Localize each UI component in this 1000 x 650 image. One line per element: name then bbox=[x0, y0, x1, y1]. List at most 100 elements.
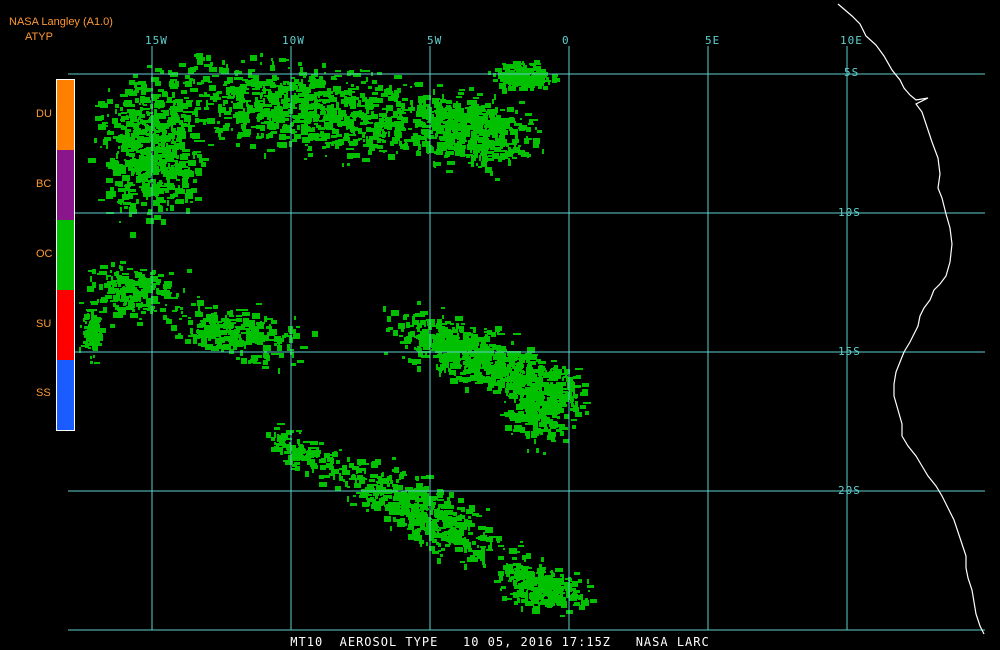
aerosol-pixel bbox=[450, 378, 458, 384]
aerosol-pixel bbox=[554, 582, 556, 587]
aerosol-pixel bbox=[274, 343, 277, 346]
aerosol-pixel bbox=[401, 116, 403, 120]
aerosol-pixel bbox=[498, 556, 504, 560]
aerosol-pixel bbox=[330, 467, 334, 470]
aerosol-pixel bbox=[154, 105, 160, 107]
aerosol-pixel bbox=[133, 123, 139, 129]
aerosol-pixel bbox=[536, 401, 541, 406]
aerosol-pixel bbox=[524, 357, 532, 360]
aerosol-pixel bbox=[206, 103, 214, 105]
aerosol-pixel bbox=[575, 401, 578, 405]
aerosol-pixel bbox=[445, 544, 450, 547]
aerosol-pixel bbox=[88, 324, 91, 329]
aerosol-pixel bbox=[108, 287, 114, 293]
aerosol-pixel bbox=[376, 481, 378, 483]
aerosol-pixel bbox=[482, 138, 485, 143]
aerosol-pixel bbox=[532, 608, 540, 614]
aerosol-pixel bbox=[369, 479, 375, 482]
aerosol-pixel bbox=[557, 416, 560, 419]
aerosol-pixel bbox=[360, 69, 362, 72]
aerosol-pixel bbox=[215, 321, 222, 323]
aerosol-pixel bbox=[297, 125, 300, 130]
aerosol-pixel bbox=[537, 568, 544, 574]
aerosol-pixel bbox=[485, 367, 493, 371]
aerosol-pixel bbox=[526, 369, 532, 375]
aerosol-pixel bbox=[188, 126, 192, 132]
aerosol-pixel bbox=[378, 85, 383, 87]
aerosol-pixel bbox=[133, 142, 135, 148]
aerosol-pixel bbox=[554, 78, 560, 82]
aerosol-pixel bbox=[331, 78, 337, 80]
aerosol-pixel bbox=[351, 475, 356, 479]
aerosol-pixel bbox=[175, 188, 180, 194]
aerosol-pixel bbox=[534, 439, 536, 444]
aerosol-pixel bbox=[553, 367, 555, 371]
aerosol-pixel bbox=[418, 504, 424, 507]
aerosol-pixel bbox=[535, 580, 542, 584]
aerosol-pixel bbox=[165, 304, 167, 306]
aerosol-pixel bbox=[560, 431, 564, 436]
aerosol-pixel bbox=[209, 67, 217, 72]
aerosol-pixel bbox=[400, 513, 402, 516]
aerosol-pixel bbox=[448, 349, 453, 351]
aerosol-pixel bbox=[499, 83, 506, 89]
aerosol-pixel bbox=[434, 102, 442, 108]
aerosol-pixel bbox=[389, 107, 391, 109]
aerosol-pixel bbox=[426, 542, 428, 546]
aerosol-pixel bbox=[182, 107, 187, 109]
aerosol-pixel bbox=[495, 178, 500, 181]
aerosol-pixel bbox=[295, 116, 303, 118]
aerosol-pixel bbox=[466, 359, 474, 361]
aerosol-pixel bbox=[99, 284, 103, 290]
aerosol-pixel bbox=[554, 401, 557, 404]
aerosol-pixel bbox=[132, 153, 134, 159]
aerosol-pixel bbox=[312, 106, 320, 109]
aerosol-pixel bbox=[444, 531, 447, 536]
aerosol-pixel bbox=[246, 83, 253, 86]
aerosol-pixel bbox=[465, 338, 472, 341]
aerosol-pixel bbox=[195, 168, 202, 174]
aerosol-pixel bbox=[125, 89, 133, 95]
aerosol-pixel bbox=[521, 592, 525, 598]
aerosol-pixel bbox=[330, 459, 334, 464]
aerosol-pixel bbox=[464, 140, 467, 142]
aerosol-pixel bbox=[575, 594, 577, 597]
aerosol-pixel bbox=[201, 162, 206, 167]
aerosol-pixel bbox=[154, 278, 157, 280]
aerosol-pixel bbox=[498, 545, 504, 547]
aerosol-pixel bbox=[455, 548, 457, 551]
aerosol-pixel bbox=[572, 588, 576, 591]
aerosol-pixel bbox=[348, 88, 356, 90]
aerosol-pixel bbox=[524, 154, 531, 157]
aerosol-pixel bbox=[99, 271, 107, 275]
aerosol-pixel bbox=[100, 318, 102, 320]
aerosol-pixel bbox=[221, 348, 224, 352]
aerosol-pixel bbox=[216, 92, 219, 97]
aerosol-pixel bbox=[422, 123, 426, 125]
aerosol-pixel bbox=[284, 451, 289, 454]
aerosol-pixel bbox=[512, 157, 517, 159]
aerosol-pixel bbox=[127, 180, 129, 184]
aerosol-pixel bbox=[222, 337, 226, 341]
aerosol-pixel bbox=[507, 107, 514, 112]
aerosol-pixel bbox=[412, 316, 415, 322]
legend-swatch-bc bbox=[57, 150, 74, 220]
aerosol-pixel bbox=[393, 330, 398, 336]
aerosol-pixel bbox=[193, 338, 197, 344]
aerosol-pixel bbox=[178, 333, 181, 336]
aerosol-pixel bbox=[417, 105, 423, 111]
aerosol-pixel bbox=[408, 332, 410, 336]
aerosol-pixel bbox=[212, 75, 219, 77]
aerosol-pixel bbox=[256, 303, 262, 305]
aerosol-pixel bbox=[339, 449, 342, 451]
aerosol-pixel bbox=[508, 160, 511, 166]
aerosol-pixel bbox=[551, 440, 556, 442]
aerosol-pixel bbox=[525, 113, 532, 116]
aerosol-pixel bbox=[436, 364, 438, 370]
aerosol-pixel bbox=[509, 80, 511, 86]
aerosol-pixel bbox=[444, 510, 447, 515]
aerosol-pixel bbox=[335, 110, 337, 112]
aerosol-pixel bbox=[472, 364, 477, 368]
aerosol-pixel bbox=[327, 110, 331, 115]
aerosol-pixel bbox=[255, 326, 257, 328]
